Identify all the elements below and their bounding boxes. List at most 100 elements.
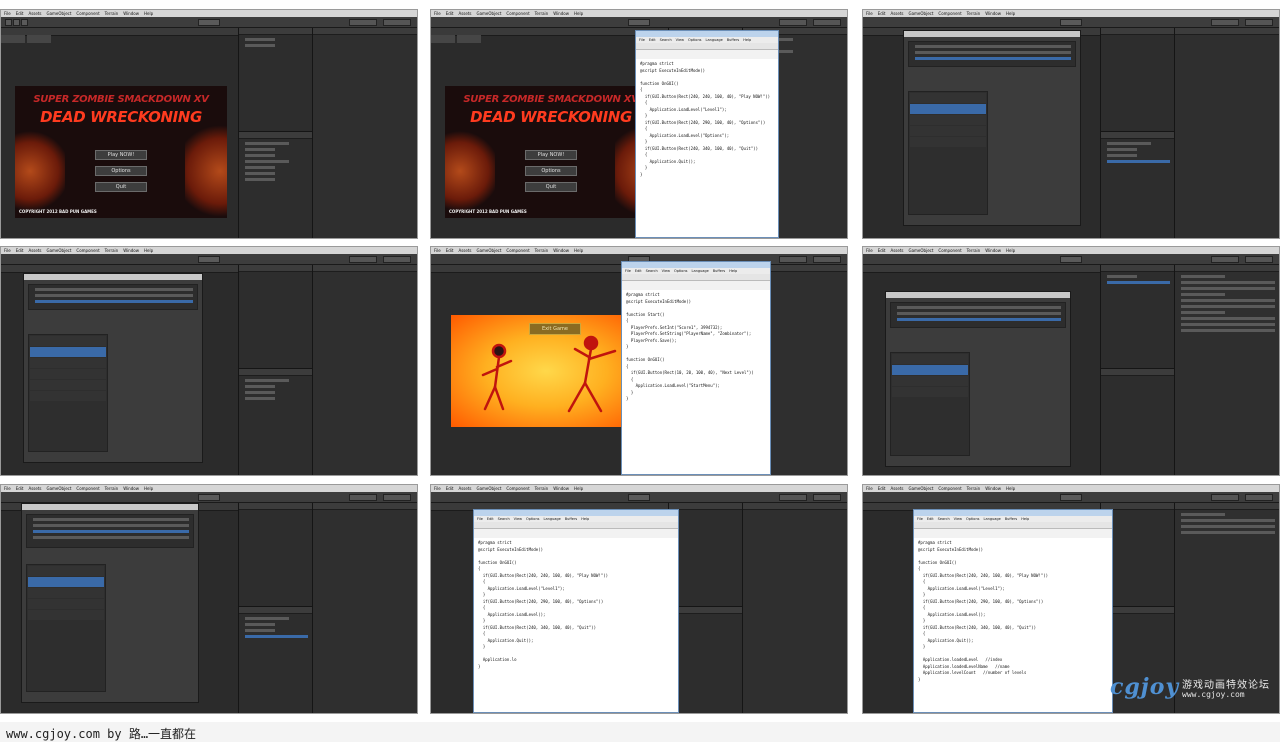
play-controls[interactable] bbox=[198, 494, 220, 501]
layers-dropdown[interactable] bbox=[779, 256, 807, 263]
layers-dropdown[interactable] bbox=[349, 256, 377, 263]
platform-list[interactable] bbox=[890, 352, 970, 456]
play-controls[interactable] bbox=[198, 19, 220, 26]
layout-dropdown[interactable] bbox=[383, 256, 411, 263]
layers-dropdown[interactable] bbox=[1211, 494, 1239, 501]
play-controls[interactable] bbox=[1060, 256, 1082, 263]
hierarchy-panel bbox=[239, 28, 313, 132]
code-area[interactable]: #pragma strict @script ExecuteInEditMode… bbox=[474, 538, 678, 712]
play-controls[interactable] bbox=[628, 494, 650, 501]
code-area[interactable]: #pragma strict @script ExecuteInEditMode… bbox=[636, 59, 778, 237]
platform-flash[interactable] bbox=[892, 376, 968, 386]
platform-xbox[interactable] bbox=[30, 391, 106, 401]
build-settings-dialog[interactable] bbox=[23, 273, 203, 463]
watermark-url: www.cgjoy.com bbox=[1182, 690, 1245, 699]
platform-list[interactable] bbox=[908, 91, 988, 215]
platform-web-player[interactable] bbox=[892, 354, 968, 364]
rotate-tool-button[interactable] bbox=[21, 19, 28, 26]
platform-flash[interactable] bbox=[30, 358, 106, 368]
inspector-panel bbox=[743, 503, 847, 713]
game-subtitle: DEAD WRECKONING bbox=[470, 108, 632, 126]
hierarchy-panel bbox=[239, 503, 313, 607]
platform-pc-mac[interactable] bbox=[910, 104, 986, 114]
hand-tool-button[interactable] bbox=[5, 19, 12, 26]
platform-list[interactable] bbox=[28, 334, 108, 452]
unity-menubar: File Edit Assets GameObject Component Terrain… bbox=[1, 10, 417, 17]
layers-dropdown[interactable] bbox=[779, 494, 807, 501]
play-controls[interactable] bbox=[1060, 19, 1082, 26]
layout-dropdown[interactable] bbox=[1245, 256, 1273, 263]
inspector-panel bbox=[313, 28, 417, 238]
layers-dropdown[interactable] bbox=[349, 494, 377, 501]
hierarchy-panel bbox=[669, 503, 743, 607]
layers-dropdown[interactable] bbox=[1211, 19, 1239, 26]
code-area[interactable]: #pragma strict @script ExecuteInEditMode… bbox=[622, 290, 770, 474]
unity-menubar: File Edit Assets GameObject Component Terrain… bbox=[863, 247, 1279, 254]
platform-web-player[interactable] bbox=[30, 336, 106, 346]
play-controls[interactable] bbox=[628, 19, 650, 26]
code-editor-window[interactable]: File Edit Search View Options Language Buffers… bbox=[621, 261, 771, 475]
frame-7: File Edit Assets GameObject Component Terrain… bbox=[0, 484, 418, 714]
unity-menubar: File Edit Assets GameObject Component Terrain… bbox=[863, 485, 1279, 492]
layout-dropdown[interactable] bbox=[1245, 494, 1273, 501]
code-editor-window[interactable]: File Edit Search View Options Language Buffers… bbox=[635, 30, 779, 238]
platform-pc-mac[interactable] bbox=[28, 577, 104, 587]
layout-dropdown[interactable] bbox=[383, 494, 411, 501]
platform-flash[interactable] bbox=[910, 115, 986, 125]
stick-figure-scene: Exit Game bbox=[451, 315, 641, 427]
unity-menubar: File Edit Assets GameObject Component Terrain… bbox=[863, 10, 1279, 17]
platform-ios[interactable] bbox=[910, 126, 986, 136]
stick-figures bbox=[481, 335, 617, 413]
options-button[interactable]: Options bbox=[95, 166, 147, 176]
platform-pc-mac[interactable] bbox=[30, 347, 106, 357]
editor-toolbar bbox=[636, 43, 778, 50]
play-now-button[interactable]: Play NOW! bbox=[95, 150, 147, 160]
build-settings-dialog[interactable] bbox=[21, 503, 199, 703]
options-button[interactable]: Options bbox=[525, 166, 577, 176]
frame-5: File Edit Assets GameObject Component Terrain… bbox=[430, 246, 848, 476]
platform-android[interactable] bbox=[910, 137, 986, 147]
layout-dropdown[interactable] bbox=[813, 494, 841, 501]
quit-button[interactable]: Quit bbox=[525, 182, 577, 192]
scenes-in-build-list[interactable] bbox=[28, 284, 198, 310]
code-editor-window[interactable]: File Edit Search View Options Language Buffers… bbox=[473, 509, 679, 713]
platform-ios[interactable] bbox=[30, 369, 106, 379]
platform-list[interactable] bbox=[26, 564, 106, 692]
platform-android[interactable] bbox=[28, 610, 104, 620]
scenes-in-build-list[interactable] bbox=[908, 41, 1076, 67]
build-settings-dialog[interactable] bbox=[885, 291, 1071, 467]
layout-dropdown[interactable] bbox=[1245, 19, 1273, 26]
layers-dropdown[interactable] bbox=[349, 19, 377, 26]
move-tool-button[interactable] bbox=[13, 19, 20, 26]
play-controls[interactable] bbox=[1060, 494, 1082, 501]
scenes-in-build-list[interactable] bbox=[890, 302, 1066, 328]
platform-ios[interactable] bbox=[28, 599, 104, 609]
code-text: #pragma strict @script ExecuteInEditMode… bbox=[478, 540, 609, 669]
code-area[interactable]: #pragma strict @script ExecuteInEditMode… bbox=[914, 538, 1112, 712]
layers-dropdown[interactable] bbox=[779, 19, 807, 26]
layout-dropdown[interactable] bbox=[383, 19, 411, 26]
platform-android[interactable] bbox=[30, 380, 106, 390]
code-editor-window[interactable]: File Edit Search View Options Language Buffers… bbox=[913, 509, 1113, 713]
editor-toolbar bbox=[622, 274, 770, 281]
platform-pc-mac[interactable] bbox=[892, 365, 968, 375]
platform-ios[interactable] bbox=[892, 387, 968, 397]
zombie-menu-screen: SUPER ZOMBIE SMACKDOWN XV DEAD WRECKONIN… bbox=[445, 86, 657, 218]
layout-dropdown[interactable] bbox=[813, 256, 841, 263]
quit-button[interactable]: Quit bbox=[95, 182, 147, 192]
platform-web-player[interactable] bbox=[910, 93, 986, 103]
layers-dropdown[interactable] bbox=[1211, 256, 1239, 263]
platform-web-player[interactable] bbox=[28, 566, 104, 576]
platform-flash[interactable] bbox=[28, 588, 104, 598]
play-controls[interactable] bbox=[198, 256, 220, 263]
unity-toolbar bbox=[431, 17, 847, 28]
scenes-in-build-list[interactable] bbox=[26, 514, 194, 548]
frame-1: File Edit Assets GameObject Component Terrain… bbox=[0, 9, 418, 239]
play-now-button[interactable]: Play NOW! bbox=[525, 150, 577, 160]
inspector-panel bbox=[313, 503, 417, 713]
editor-toolbar bbox=[914, 522, 1112, 529]
build-settings-dialog[interactable] bbox=[903, 30, 1081, 226]
layout-dropdown[interactable] bbox=[813, 19, 841, 26]
code-text: #pragma strict @script ExecuteInEditMode… bbox=[640, 61, 771, 177]
game-title: SUPER ZOMBIE SMACKDOWN XV bbox=[33, 94, 209, 105]
